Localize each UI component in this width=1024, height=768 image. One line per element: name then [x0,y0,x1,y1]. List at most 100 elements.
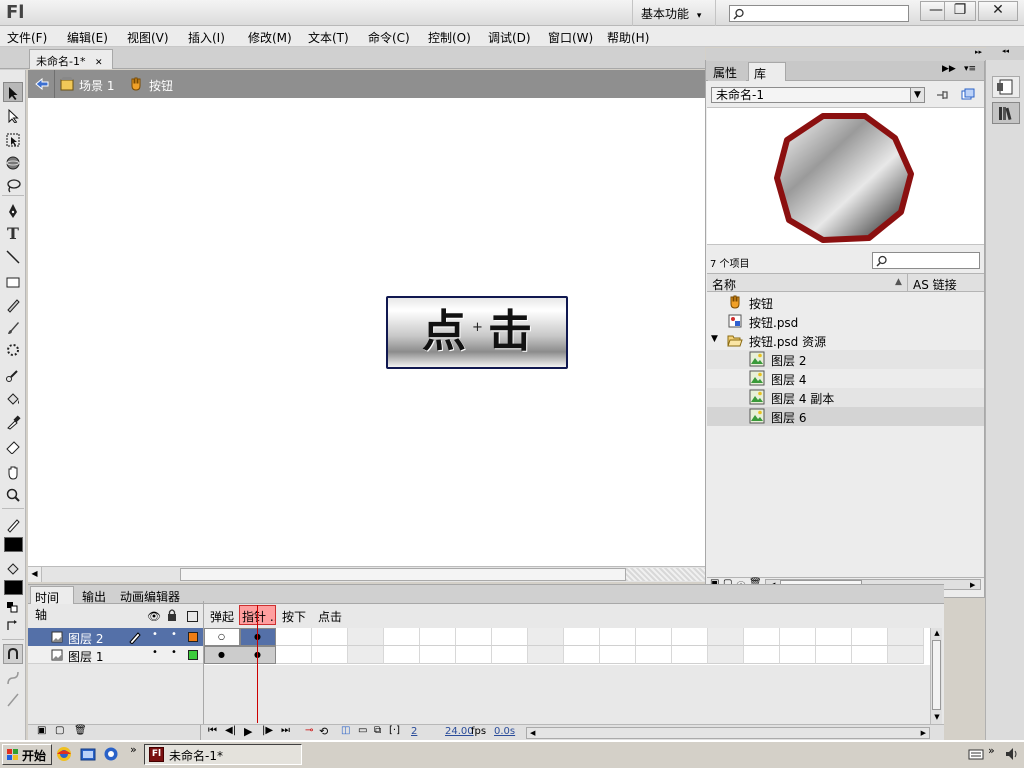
frame-cell[interactable] [888,646,924,664]
frame-cell[interactable] [780,628,816,646]
layer-row[interactable]: 图层 1 • • [28,646,203,664]
play-icon[interactable]: ▶ [244,725,252,738]
tab-properties[interactable]: 属性 [708,62,746,81]
close-icon[interactable]: ✕ [95,58,103,68]
layer-name[interactable]: 图层 1 [68,648,103,665]
back-arrow-icon[interactable] [34,76,50,92]
start-button[interactable]: 开始 [2,744,52,765]
scroll-down-icon[interactable]: ▼ [932,713,942,723]
library-search-input[interactable] [872,252,980,269]
menu-file[interactable]: 文件(F) [7,29,47,46]
explorer-icon[interactable] [80,746,96,762]
free-transform-tool-icon[interactable] [3,130,23,150]
frame-cell[interactable] [816,646,852,664]
edit-multiple-frames-icon[interactable]: ⧉ [374,725,381,736]
stage-button-symbol[interactable]: 点 + 击 [386,296,568,369]
library-item[interactable]: 图层 2 [707,350,984,369]
keyframe-selected[interactable]: ● [240,628,276,646]
properties-panel-icon[interactable] [992,76,1020,98]
volume-icon[interactable] [1004,746,1020,762]
snap-to-objects-icon[interactable] [3,644,23,664]
eraser-tool-icon[interactable] [3,436,23,456]
frame-cell[interactable] [384,646,420,664]
library-item[interactable]: 图层 4 [707,369,984,388]
expand-panels-icon[interactable]: ◂◂ [986,47,1024,60]
tab-motion-editor[interactable]: 动画编辑器 [116,586,188,604]
settings-icon[interactable] [103,746,119,762]
panel-menu-icon[interactable]: ▾≡ [964,64,976,74]
layer-color-swatch[interactable] [188,650,198,660]
frame-cell[interactable] [744,628,780,646]
frame-cell[interactable] [312,646,348,664]
scroll-right-icon[interactable]: ▶ [970,581,978,589]
scroll-left-icon[interactable]: ◀ [28,567,42,582]
frame-cell[interactable] [528,646,564,664]
document-tab[interactable]: 未命名-1* ✕ [29,49,113,69]
frame-cell[interactable] [600,646,636,664]
stroke-color-swatch[interactable] [4,537,23,552]
eyedropper-tool-icon[interactable] [3,412,23,432]
selection-tool-icon[interactable] [3,82,23,102]
frame-cell[interactable] [492,646,528,664]
subselection-tool-icon[interactable] [3,106,23,126]
column-name[interactable]: 名称 [712,276,736,293]
frame-cell[interactable] [852,628,888,646]
frame-grid[interactable] [204,628,930,665]
rectangle-tool-icon[interactable] [3,272,23,292]
step-back-icon[interactable]: ◀| [225,725,236,736]
frame-cell[interactable] [492,628,528,646]
tab-timeline[interactable]: 时间轴 [30,586,74,622]
workspace-switcher[interactable]: 基本功能 ▾ [632,0,716,26]
outline-icon[interactable] [187,611,198,622]
layer-row[interactable]: 图层 2 • • [28,628,203,646]
keyboard-icon[interactable] [968,746,984,762]
frame-cell[interactable] [744,646,780,664]
tab-library[interactable]: 库 [748,62,786,81]
menu-text[interactable]: 文本(T) [308,29,349,46]
frame-cell[interactable] [672,628,708,646]
frame-cell[interactable] [708,646,744,664]
library-item[interactable]: 图层 4 副本 [707,388,984,407]
frame-cell[interactable] [420,628,456,646]
timeline-vertical-scrollbar[interactable]: ▲ ▼ [930,628,942,724]
new-library-panel-icon[interactable] [960,88,976,102]
timeline-horizontal-scrollbar[interactable]: ◀ ▶ [526,727,930,739]
scroll-right-icon[interactable]: ▶ [921,728,926,738]
menu-edit[interactable]: 编辑(E) [67,29,108,46]
lock-dot-icon[interactable]: • [171,629,177,640]
menu-view[interactable]: 视图(V) [127,29,169,46]
taskbar-window-button[interactable]: Fl 未命名-1* [144,744,302,765]
3d-rotation-tool-icon[interactable] [3,153,23,173]
onion-outline-icon[interactable]: ▭ [358,725,367,736]
frame-cell[interactable] [780,646,816,664]
library-item[interactable]: 按钮 [707,293,984,312]
frame-cell[interactable] [456,628,492,646]
keyframe-blank[interactable]: ○ [204,628,240,646]
scroll-up-icon[interactable]: ▲ [932,629,942,639]
stage[interactable]: 点 + 击 [28,98,705,566]
column-as-linkage[interactable]: AS 链接 [913,276,957,293]
fill-color-swatch[interactable] [4,580,23,595]
pin-library-icon[interactable] [934,88,950,102]
help-search-input[interactable] [729,5,909,22]
pen-tool-icon[interactable] [3,201,23,221]
current-frame[interactable]: 2 [411,726,417,737]
frame-cell[interactable] [816,628,852,646]
zoom-tool-icon[interactable] [3,485,23,505]
frame-cell[interactable] [420,646,456,664]
frame-cell[interactable] [708,628,744,646]
expand-arrow-icon[interactable]: ▼ [711,334,718,344]
library-item[interactable]: ▼ 按钮.psd 资源 [707,331,984,350]
eye-icon[interactable]: 👁 [147,610,161,623]
library-item[interactable]: 按钮.psd [707,312,984,331]
menu-help[interactable]: 帮助(H) [607,29,649,46]
scroll-thumb[interactable] [932,640,941,710]
pencil-tool-icon[interactable] [3,295,23,315]
hand-tool-icon[interactable] [3,462,23,482]
frame-cell[interactable] [456,646,492,664]
breadcrumb-scene[interactable]: 场景 1 [79,77,114,94]
playhead[interactable] [257,605,258,723]
line-tool-icon[interactable] [3,247,23,267]
visibility-dot-icon[interactable]: • [152,647,158,658]
menu-insert[interactable]: 插入(I) [188,29,225,46]
